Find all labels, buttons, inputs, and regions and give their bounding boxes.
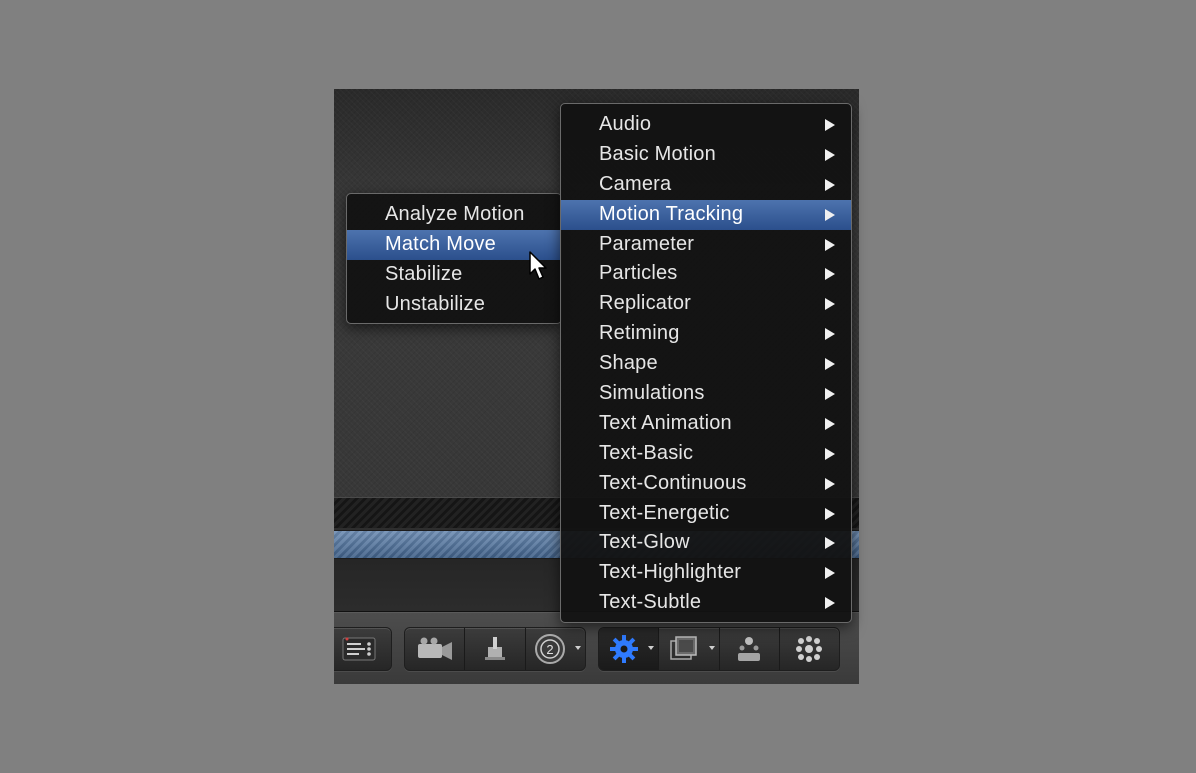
- submenu-arrow-icon: [825, 417, 835, 430]
- menu-item-label: Text Animation: [599, 411, 732, 434]
- menu-item-label: Analyze Motion: [385, 203, 525, 225]
- menu-item-simulations[interactable]: Simulations: [561, 379, 851, 409]
- menu-item-text-energetic[interactable]: Text-Energetic: [561, 499, 851, 529]
- menu-item-label: Match Move: [385, 232, 496, 255]
- submenu-arrow-icon: [825, 507, 835, 520]
- replicator-count-icon: 2: [533, 632, 567, 666]
- menu-item-text-subtle[interactable]: Text-Subtle: [561, 588, 851, 618]
- submenu-arrow-icon: [825, 208, 835, 221]
- menu-item-label: Simulations: [599, 382, 705, 405]
- chevron-down-icon: [574, 646, 581, 650]
- menu-item-label: Retiming: [599, 322, 680, 345]
- submenu-arrow-icon: [825, 268, 835, 281]
- layers-options-button[interactable]: [334, 628, 391, 670]
- behaviors-menu: Audio Basic Motion Camera Motion Trackin…: [560, 103, 852, 623]
- mouse-pointer-icon: [529, 251, 549, 286]
- filters-button[interactable]: [659, 628, 720, 670]
- submenu-arrow-icon: [825, 477, 835, 490]
- submenu-arrow-icon: [825, 328, 835, 341]
- replicator-count-button[interactable]: 2: [526, 628, 585, 670]
- menu-item-label: Basic Motion: [599, 142, 716, 165]
- menu-item-label: Audio: [599, 113, 652, 135]
- menu-item-label: Text-Highlighter: [599, 561, 742, 584]
- emitter-button[interactable]: [720, 628, 780, 670]
- menu-item-text-highlighter[interactable]: Text-Highlighter: [561, 558, 851, 588]
- emitter-icon: [734, 634, 764, 664]
- menu-item-text-basic[interactable]: Text-Basic: [561, 439, 851, 469]
- menu-item-parameter[interactable]: Parameter: [561, 230, 851, 260]
- menu-item-motion-tracking[interactable]: Motion Tracking: [561, 199, 851, 230]
- menu-item-replicator[interactable]: Replicator: [561, 289, 851, 319]
- submenu-arrow-icon: [825, 148, 835, 161]
- menu-item-label: Shape: [599, 352, 658, 375]
- particles-grid-icon: [794, 634, 824, 664]
- menu-item-text-continuous[interactable]: Text-Continuous: [561, 469, 851, 499]
- chevron-down-icon: [648, 646, 655, 650]
- light-button[interactable]: [465, 628, 526, 670]
- submenu-arrow-icon: [825, 238, 835, 251]
- submenu-arrow-icon: [825, 447, 835, 460]
- menu-item-text-glow[interactable]: Text-Glow: [561, 528, 851, 558]
- menu-item-label: Replicator: [599, 292, 692, 315]
- menu-item-audio[interactable]: Audio: [561, 110, 851, 140]
- menu-item-label: Stabilize: [385, 262, 463, 285]
- menu-item-camera[interactable]: Camera: [561, 170, 851, 200]
- submenu-arrow-icon: [825, 567, 835, 580]
- submenu-arrow-icon: [825, 178, 835, 191]
- menu-item-label: Text-Glow: [599, 531, 690, 554]
- gear-behaviors-icon: [608, 633, 640, 665]
- video-camera-icon: [415, 636, 455, 662]
- replicator-count-badge: 2: [547, 642, 554, 657]
- toolbar-group-view: 2: [404, 627, 586, 671]
- menu-item-label: Unstabilize: [385, 292, 486, 315]
- menu-item-text-animation[interactable]: Text Animation: [561, 409, 851, 439]
- menu-item-shape[interactable]: Shape: [561, 349, 851, 379]
- menu-item-analyze-motion[interactable]: Analyze Motion: [347, 200, 561, 230]
- menu-item-label: Text-Subtle: [599, 591, 702, 614]
- filters-icon: [668, 635, 700, 663]
- menu-item-retiming[interactable]: Retiming: [561, 319, 851, 349]
- chevron-down-icon: [708, 646, 715, 650]
- submenu-arrow-icon: [825, 537, 835, 550]
- submenu-arrow-icon: [825, 597, 835, 610]
- menu-item-particles[interactable]: Particles: [561, 259, 851, 289]
- light-icon: [480, 635, 510, 663]
- submenu-arrow-icon: [825, 119, 835, 131]
- menu-item-label: Text-Energetic: [599, 501, 730, 524]
- behaviors-button[interactable]: [599, 628, 660, 670]
- menu-item-unstabilize[interactable]: Unstabilize: [347, 290, 561, 320]
- menu-item-label: Particles: [599, 262, 678, 285]
- submenu-arrow-icon: [825, 358, 835, 371]
- menu-item-label: Camera: [599, 172, 672, 195]
- menu-item-basic-motion[interactable]: Basic Motion: [561, 140, 851, 170]
- menu-item-label: Text-Basic: [599, 441, 694, 464]
- menu-item-label: Motion Tracking: [599, 202, 744, 225]
- submenu-arrow-icon: [825, 388, 835, 401]
- submenu-arrow-icon: [825, 298, 835, 311]
- menu-item-label: Parameter: [599, 232, 695, 255]
- menu-item-label: Text-Continuous: [599, 471, 747, 494]
- camera-button[interactable]: [405, 628, 466, 670]
- particles-button[interactable]: [780, 628, 839, 670]
- list-options-icon: [342, 636, 376, 662]
- toolbar-group-add: [598, 627, 840, 671]
- toolbar-group-layers: [334, 627, 392, 671]
